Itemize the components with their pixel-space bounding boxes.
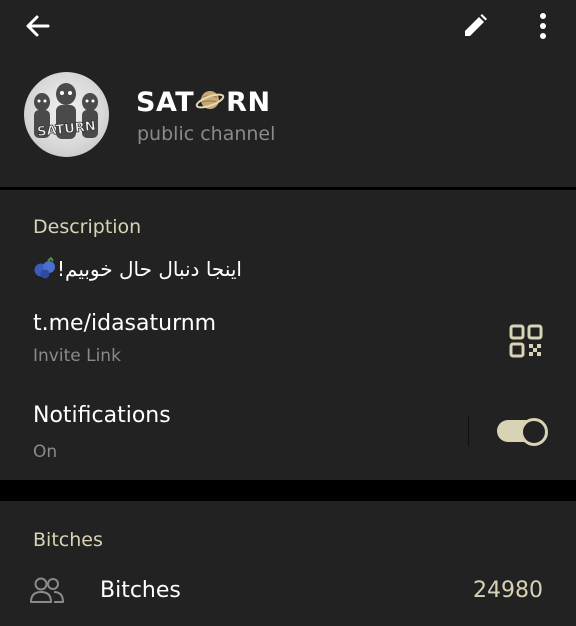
blueberries-icon xyxy=(34,257,55,279)
members-icon xyxy=(30,576,64,604)
notifications-divider xyxy=(468,416,469,446)
arrow-left-icon xyxy=(26,15,50,37)
qr-code-icon xyxy=(509,324,543,358)
notifications-toggle[interactable] xyxy=(497,418,548,446)
invite-link-label: Invite Link xyxy=(33,346,121,366)
channel-title: SAT RN xyxy=(136,86,271,118)
members-item-label[interactable]: Bitches xyxy=(100,578,181,603)
channel-type-label: public channel xyxy=(137,123,276,145)
invite-link[interactable]: t.me/idasaturnm xyxy=(33,311,216,336)
saturn-icon xyxy=(195,91,225,109)
channel-title-end: RN xyxy=(226,87,271,118)
notifications-title[interactable]: Notifications xyxy=(33,403,171,428)
avatar-figures-image xyxy=(34,83,98,139)
members-count: 24980 xyxy=(473,578,543,603)
description-title: Description xyxy=(33,216,142,238)
notifications-status: On xyxy=(33,442,58,462)
more-vertical-icon xyxy=(540,13,546,39)
edit-button[interactable] xyxy=(455,6,495,46)
back-button[interactable] xyxy=(18,6,58,46)
qr-code-button[interactable] xyxy=(508,323,544,359)
channel-title-start: SAT xyxy=(136,87,195,118)
members-section-title: Bitches xyxy=(33,529,103,551)
description-text: اینجا دنبال حال خوبیم! xyxy=(33,257,242,281)
pencil-icon xyxy=(465,14,487,36)
toggle-knob xyxy=(520,418,548,446)
more-options-button[interactable] xyxy=(523,6,563,46)
channel-avatar[interactable]: SATURN xyxy=(24,72,109,157)
members-card xyxy=(0,501,576,626)
description-body: اینجا دنبال حال خوبیم! xyxy=(57,257,242,281)
